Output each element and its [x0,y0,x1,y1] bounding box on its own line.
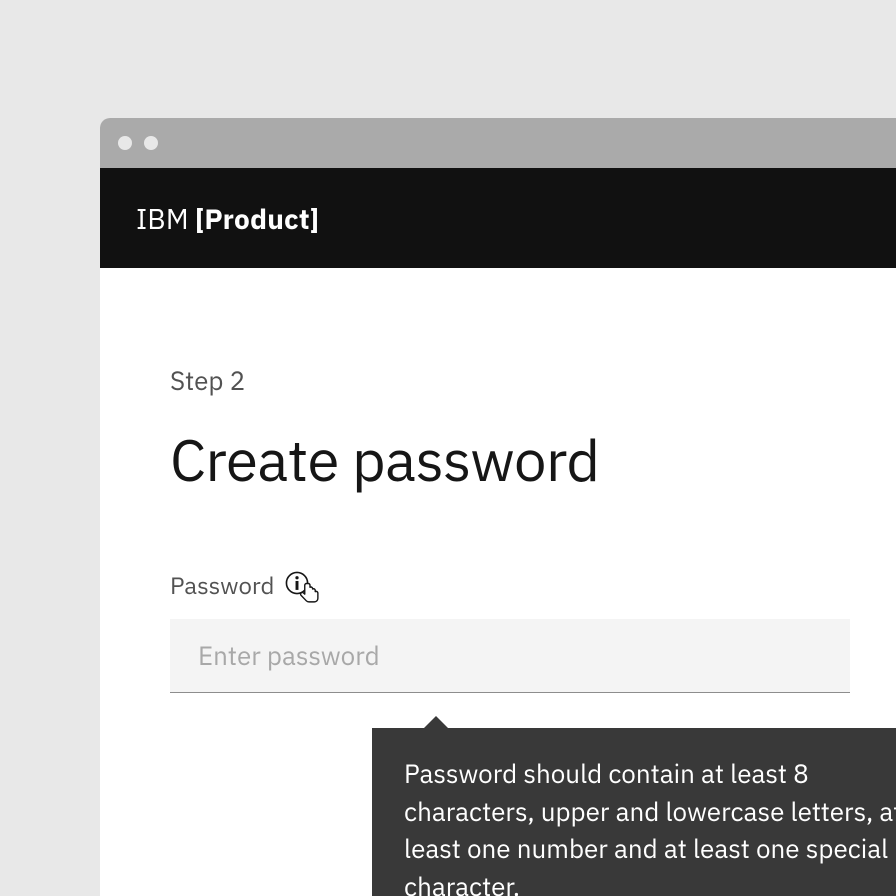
step-indicator: Step 2 [170,364,826,398]
window-titlebar [100,118,896,168]
password-label-row: Password [170,569,826,601]
pointer-cursor-icon [296,580,324,608]
app-header: IBM [Product] [100,168,896,268]
password-input[interactable] [170,619,850,693]
window-control-dot[interactable] [144,136,158,150]
tooltip-text: Password should contain at least 8 chara… [404,757,896,896]
main-content: Step 2 Create password Password [100,268,896,693]
brand-name: IBM [136,200,189,237]
password-label: Password [170,569,274,601]
brand-product: [Product] [195,200,319,237]
page-title: Create password [170,422,826,497]
password-tooltip: Password should contain at least 8 chara… [372,728,896,896]
app-window: IBM [Product] Step 2 Create password Pas… [100,118,896,896]
info-icon-wrap[interactable] [284,570,314,600]
window-control-dot[interactable] [118,136,132,150]
